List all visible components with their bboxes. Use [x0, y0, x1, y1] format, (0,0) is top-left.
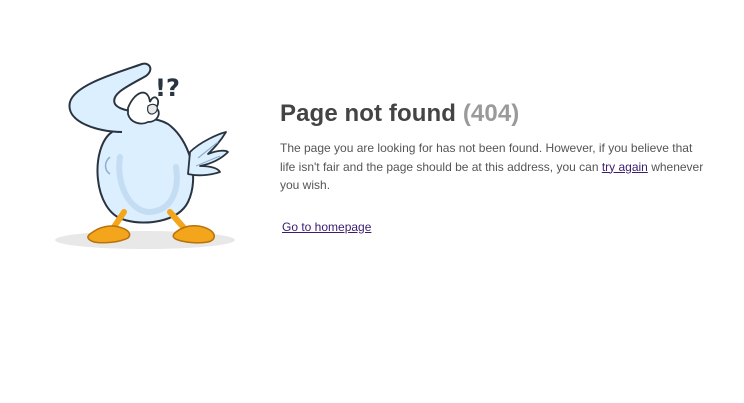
error-page: !? Page not found (404) The page you are… [0, 0, 744, 403]
error-code: (404) [462, 100, 520, 127]
homepage-link-container: Go to homepage [280, 218, 710, 236]
confused-symbol: !? [155, 74, 180, 102]
go-to-homepage-link[interactable]: Go to homepage [282, 220, 371, 234]
page-title: Page not found (404) [280, 98, 710, 130]
page-title-text: Page not found [280, 100, 457, 127]
error-content: Page not found (404) The page you are lo… [280, 98, 710, 236]
error-description: The page you are looking for has not bee… [280, 139, 705, 195]
try-again-link[interactable]: try again [602, 160, 648, 174]
confused-bird-illustration: !? [55, 62, 235, 249]
